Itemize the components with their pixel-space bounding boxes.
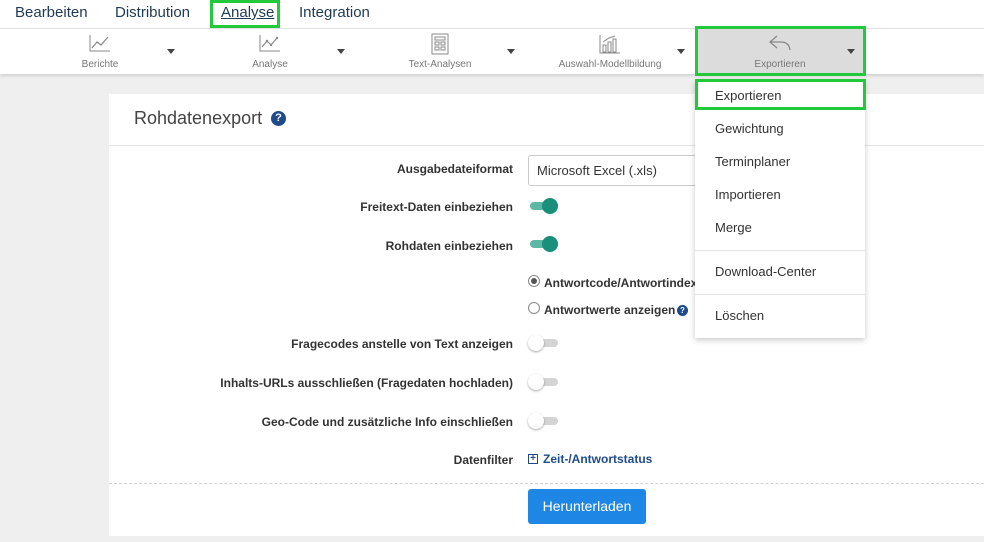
- tool-label-auswahl-modellbildung: Auswahl-Modellbildung: [558, 59, 662, 70]
- menu-item-terminplaner[interactable]: Terminplaner: [715, 154, 790, 169]
- export-dropdown-menu: [695, 80, 865, 338]
- help-icon[interactable]: ?: [271, 111, 286, 126]
- freitext-toggle[interactable]: [528, 197, 558, 215]
- chevron-down-icon[interactable]: [677, 49, 685, 54]
- menu-divider: [695, 294, 865, 295]
- tool-berichte[interactable]: Berichte: [60, 29, 140, 74]
- menu-item-download-center[interactable]: Download-Center: [715, 264, 816, 279]
- tool-label-berichte: Berichte: [81, 59, 119, 70]
- geo-label: Geo-Code und zusätzliche Info einschließ…: [261, 415, 513, 429]
- rohdaten-toggle[interactable]: [528, 235, 558, 253]
- format-select[interactable]: Microsoft Excel (.xls): [528, 155, 708, 186]
- fragecodes-toggle[interactable]: [528, 334, 558, 352]
- divider: [109, 483, 984, 484]
- line-chart-icon: [88, 33, 112, 58]
- freitext-label: Freitext-Daten einbeziehen: [360, 200, 513, 214]
- chevron-down-icon[interactable]: [507, 49, 515, 54]
- chevron-down-icon[interactable]: [167, 49, 175, 54]
- tool-label-text-analysen: Text-Analysen: [408, 59, 472, 70]
- geo-toggle[interactable]: [528, 412, 558, 430]
- chevron-down-icon[interactable]: [337, 49, 345, 54]
- menu-item-merge[interactable]: Merge: [715, 220, 752, 235]
- tool-analyse[interactable]: Analyse: [230, 29, 310, 74]
- menu-bearbeiten[interactable]: Bearbeiten: [15, 4, 88, 21]
- highlight-analyse-tab: [210, 0, 280, 28]
- menu-integration[interactable]: Integration: [299, 4, 370, 21]
- urls-toggle[interactable]: [528, 373, 558, 391]
- tool-auswahl-modellbildung[interactable]: Auswahl-Modellbildung: [550, 29, 670, 74]
- scatter-chart-icon: [258, 33, 282, 58]
- highlight-export-item: [695, 79, 866, 110]
- page-title: Rohdatenexport: [134, 108, 263, 128]
- radio-antwortwerte-label: Antwortwerte anzeigen: [544, 303, 676, 317]
- format-label: Ausgabedateiformat: [396, 162, 513, 176]
- tool-text-analysen[interactable]: Text-Analysen: [395, 29, 485, 74]
- radio-antwortcode[interactable]: [528, 275, 540, 287]
- menu-distribution[interactable]: Distribution: [115, 4, 190, 21]
- menu-item-gewichtung[interactable]: Gewichtung: [715, 121, 784, 136]
- menu-item-importieren[interactable]: Importieren: [715, 187, 781, 202]
- expand-plus-icon[interactable]: +: [528, 454, 538, 464]
- menu-divider: [695, 250, 865, 251]
- urls-label: Inhalts-URLs ausschließen (Fragedaten ho…: [220, 376, 513, 390]
- radio-antwortcode-label: Antwortcode/Antwortindex: [544, 276, 698, 290]
- model-chart-icon: [598, 33, 622, 60]
- help-icon[interactable]: ?: [677, 305, 688, 316]
- menu-item-loeschen[interactable]: Löschen: [715, 308, 764, 323]
- radio-antwortwerte[interactable]: [528, 302, 540, 314]
- fragecodes-label: Fragecodes anstelle von Text anzeigen: [291, 337, 513, 351]
- rohdaten-label: Rohdaten einbeziehen: [385, 239, 513, 253]
- highlight-export-tool: [695, 26, 866, 76]
- tool-label-analyse: Analyse: [252, 59, 288, 70]
- datenfilter-label: Datenfilter: [453, 453, 513, 467]
- top-menu: Bearbeiten Distribution Analyse Integrat…: [0, 0, 984, 29]
- datenfilter-link[interactable]: Zeit-/Antwortstatus: [543, 452, 652, 466]
- download-button[interactable]: Herunterladen: [528, 489, 646, 524]
- text-analysis-icon: [430, 33, 450, 60]
